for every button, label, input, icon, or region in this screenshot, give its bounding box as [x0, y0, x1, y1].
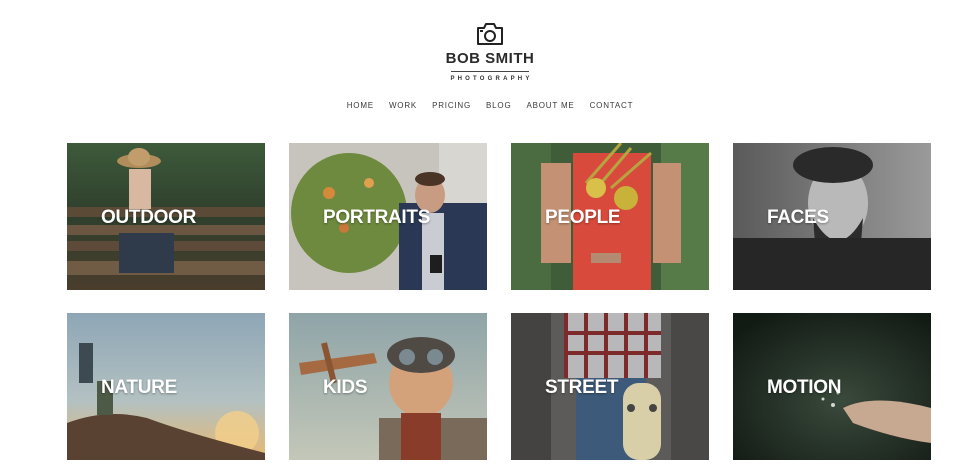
main-nav: HOME WORK PRICING BLOG ABOUT ME CONTACT	[0, 101, 980, 110]
gallery-tile-motion[interactable]: MOTION	[733, 313, 931, 460]
tile-label: NATURE	[101, 377, 177, 398]
gallery-tile-people[interactable]: PEOPLE	[511, 143, 709, 290]
nav-item-blog[interactable]: BLOG	[486, 101, 511, 110]
kids-photo	[289, 313, 487, 460]
brand-divider	[451, 71, 529, 72]
nav-item-about-me[interactable]: ABOUT ME	[527, 101, 575, 110]
nav-item-pricing[interactable]: PRICING	[432, 101, 471, 110]
gallery-tile-outdoor[interactable]: OUTDOOR	[67, 143, 265, 290]
nav-item-contact[interactable]: CONTACT	[590, 101, 634, 110]
faces-photo	[733, 143, 931, 290]
tile-label: PORTRAITS	[323, 207, 431, 228]
tile-label: KIDS	[323, 377, 368, 398]
brand-subtitle: PHOTOGRAPHY	[450, 76, 533, 82]
tile-label: OUTDOOR	[101, 207, 197, 228]
tile-label: FACES	[767, 207, 829, 228]
tile-label: STREET	[545, 377, 619, 398]
gallery-tile-nature[interactable]: NATURE	[67, 313, 265, 460]
nav-item-home[interactable]: HOME	[347, 101, 374, 110]
site-logo[interactable]: BOB SMITH PHOTOGRAPHY	[0, 22, 980, 82]
gallery-tile-portraits[interactable]: PORTRAITS	[289, 143, 487, 290]
brand-name: BOB SMITH	[445, 50, 535, 67]
gallery-tile-street[interactable]: STREET	[511, 313, 709, 460]
gallery-tile-faces[interactable]: FACES	[733, 143, 931, 290]
camera-icon	[477, 23, 503, 45]
tile-label: PEOPLE	[545, 207, 621, 228]
gallery-tile-kids[interactable]: KIDS	[289, 313, 487, 460]
nav-item-work[interactable]: WORK	[389, 101, 417, 110]
tile-label: MOTION	[767, 377, 842, 398]
